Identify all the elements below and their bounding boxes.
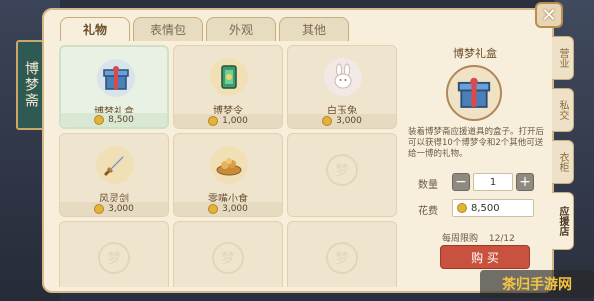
placeholder-seal-icon: 梦 (212, 242, 244, 274)
item-card-gift-box[interactable]: 博梦礼盒 8,500 (59, 45, 169, 129)
weekly-limit-label: 每周限购 (442, 234, 479, 244)
buy-button[interactable]: 购 买 (440, 245, 530, 269)
snack-icon (210, 146, 248, 184)
side-tab-private[interactable]: 私交 (552, 88, 574, 132)
placeholder-seal-icon: 梦 (98, 242, 130, 274)
cost-row: 花费 8,500 (408, 199, 548, 219)
item-card-sword[interactable]: 风灵剑 3,000 (59, 133, 169, 217)
cost-value: 8,500 (471, 202, 500, 214)
tab-appearance[interactable]: 外观 (206, 17, 276, 41)
item-price: 3,000 (288, 114, 396, 128)
placeholder-seal-icon: 梦 (326, 242, 358, 274)
item-price-value: 8,500 (108, 115, 134, 125)
empty-slot: 梦 (173, 221, 283, 287)
coin-icon (94, 204, 105, 214)
store-sign-text: 博梦斋 (23, 61, 39, 109)
item-card-token[interactable]: 博梦令 1,000 (173, 45, 283, 129)
quantity-increase-button[interactable]: + (516, 173, 534, 191)
weekly-limit: 每周限购 12/12 (442, 231, 542, 244)
item-price: 3,000 (174, 202, 282, 216)
quantity-stepper: 数量 − + (408, 173, 548, 193)
token-icon (210, 58, 248, 96)
item-price: 1,000 (174, 114, 282, 128)
empty-slot: 梦 (59, 221, 169, 287)
item-price: 8,500 (61, 113, 167, 127)
coin-icon (208, 204, 219, 214)
category-tabs: 礼物 表情包 外观 其他 (60, 17, 349, 41)
item-card-rabbit[interactable]: 白玉兔 3,000 (287, 45, 397, 129)
item-price-value: 3,000 (108, 204, 134, 214)
cost-value-box: 8,500 (452, 199, 534, 217)
empty-slot: 梦 (287, 133, 397, 217)
gift-box-icon (97, 59, 135, 97)
empty-slot: 梦 (287, 221, 397, 287)
quantity-label: 数量 (418, 180, 438, 191)
close-button[interactable]: ✕ (535, 2, 563, 28)
item-price: 3,000 (60, 202, 168, 216)
item-price-value: 3,000 (336, 116, 362, 126)
sword-icon (96, 146, 134, 184)
tab-stickers[interactable]: 表情包 (133, 17, 203, 41)
quantity-input[interactable] (473, 173, 513, 191)
coin-icon (208, 116, 219, 126)
item-card-snack[interactable]: 零嘴小食 3,000 (173, 133, 283, 217)
detail-description: 装着博梦斋应援道具的盒子。打开后可以获得10个博梦令和2个其他可送给一博的礼物。 (408, 127, 545, 159)
item-price-value: 3,000 (222, 204, 248, 214)
cost-label: 花费 (418, 206, 438, 217)
placeholder-seal-icon: 梦 (326, 154, 358, 186)
side-tab-wardrobe[interactable]: 衣柜 (552, 140, 574, 184)
coin-icon (457, 203, 467, 213)
coin-icon (94, 115, 105, 125)
weekly-limit-value: 12/12 (488, 234, 515, 244)
item-price-value: 1,000 (222, 116, 248, 126)
item-grid: 博梦礼盒 8,500 博梦令 1,000 (55, 41, 401, 287)
site-watermark: 茶归手游网 (480, 270, 594, 298)
item-detail-panel: 博梦礼盒 装着博梦斋应援道具的盒子。打开后可以获得10个博梦令和2个其他可送给一… (402, 41, 548, 287)
coin-icon (322, 116, 333, 126)
quantity-decrease-button[interactable]: − (452, 173, 470, 191)
rabbit-icon (324, 58, 362, 96)
side-tab-support-shop[interactable]: 应援店 (552, 192, 574, 250)
close-icon: ✕ (541, 4, 557, 26)
detail-title: 博梦礼盒 (453, 47, 497, 60)
side-tab-business[interactable]: 营业 (552, 36, 574, 80)
gift-box-icon (446, 65, 502, 121)
tab-gifts[interactable]: 礼物 (60, 17, 130, 41)
tab-other[interactable]: 其他 (279, 17, 349, 41)
side-tabs: 营业 私交 衣柜 应援店 (552, 36, 574, 258)
